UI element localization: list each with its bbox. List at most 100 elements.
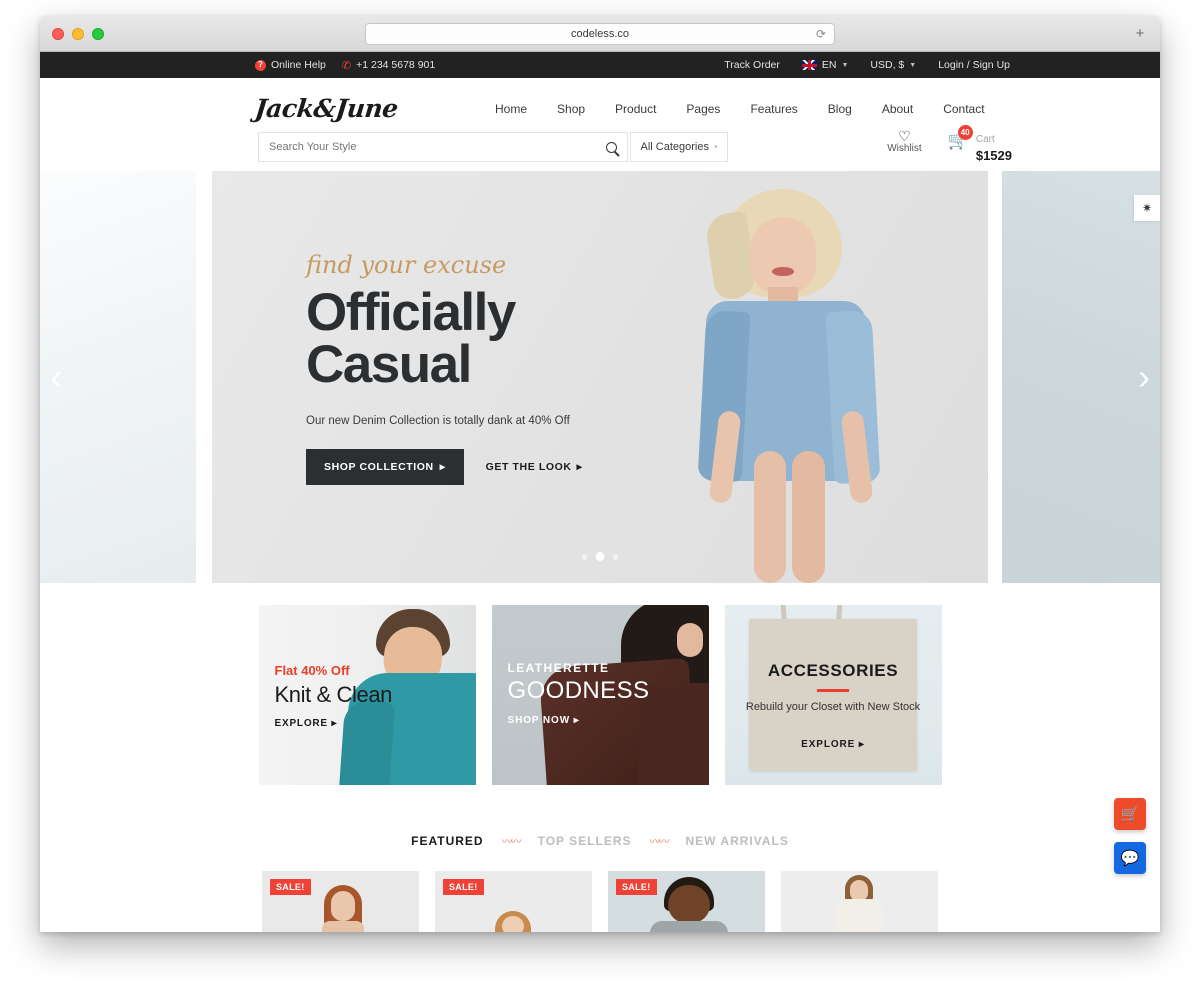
product-card[interactable]: SALE! [262,871,419,932]
currency-selector[interactable]: USD, $ ▼ [870,59,916,71]
nav-item-home[interactable]: Home [495,102,527,116]
floating-action-buttons: 🛒 💬 [1114,798,1146,874]
login-signup-link[interactable]: Login / Sign Up [938,59,1010,71]
search-box[interactable] [258,132,628,162]
gear-icon[interactable]: ✷ [1134,195,1160,221]
language-selector[interactable]: EN ▼ [801,59,848,71]
promo-leatherette-text: LEATHERETTE GOODNESS SHOP NOW ▸ [508,661,650,728]
tab-top-sellers[interactable]: TOP SELLERS [538,834,632,848]
arrow-right-icon: ▸ [858,738,865,750]
traffic-lights [40,27,104,40]
chevron-down-icon: ▾ [713,144,718,151]
promo-knit-title: Knit & Clean [274,682,393,707]
new-tab-button[interactable]: + [1130,24,1150,44]
url-text: codeless.co [570,27,630,40]
wishlist-button[interactable]: ♡ Wishlist [887,129,921,154]
search-row: All Categories ▾ ♡ Wishlist 🛒 40 Cart $1… [40,125,1160,172]
maximize-button[interactable] [92,27,104,40]
slide-peek-next[interactable] [1002,171,1160,583]
search-input[interactable] [269,141,600,153]
arrow-right-icon: ▸ [573,715,580,726]
product-card[interactable]: SALE! [608,871,765,932]
product-card[interactable]: SALE! [435,871,592,932]
phone-icon: ✆ [341,59,352,72]
chevron-down-icon: ▼ [909,61,917,69]
wishlist-label: Wishlist [887,143,922,154]
promo-card-knit[interactable]: Flat 40% Off Knit & Clean EXPLORE ▸ [258,605,476,785]
hero-title-line1: Officially [306,283,516,342]
address-bar[interactable]: codeless.co ⟳ [365,22,835,45]
uk-flag-icon [801,60,817,70]
product-card[interactable] [781,871,938,932]
page-viewport: ? Online Help ✆ +1 234 5678 901 Track Or… [40,52,1160,932]
promo-accessories-link[interactable]: EXPLORE ▸ [801,739,865,750]
nav-item-contact[interactable]: Contact [943,102,984,116]
product-image [491,911,535,932]
search-icon[interactable] [606,141,617,153]
hero-title: Officially Casual [306,283,636,391]
online-help-link[interactable]: ? Online Help [255,59,326,71]
minimize-button[interactable] [72,27,84,40]
site-logo[interactable]: Jack&June [253,94,399,123]
product-grid: SALE! SALE! SALE! [40,871,1160,932]
promo-card-leatherette[interactable]: LEATHERETTE GOODNESS SHOP NOW ▸ [491,605,709,785]
shop-collection-label: SHOP COLLECTION [324,460,434,473]
promo-accessories-text: ACCESSORIES Rebuild your Closet with New… [725,661,942,752]
nav-item-features[interactable]: Features [750,102,797,116]
nav-item-product[interactable]: Product [615,102,656,116]
slider-next-arrow[interactable]: › [1138,359,1150,395]
shop-collection-button[interactable]: SHOP COLLECTION ▸ [306,448,464,485]
nav-item-shop[interactable]: Shop [557,102,585,116]
get-the-look-button[interactable]: GET THE LOOK ▸ [486,461,583,473]
cart-count-badge: 40 [957,125,973,140]
main-navigation: Home Shop Product Pages Features Blog Ab… [495,102,985,116]
promo-knit-link[interactable]: EXPLORE ▸ [275,718,338,729]
cart-button[interactable]: 🛒 40 Cart $1529 [948,125,1012,165]
tab-featured[interactable]: FEATURED [411,834,483,848]
promo-leatherette-link[interactable]: SHOP NOW ▸ [508,715,580,726]
slider-prev-arrow[interactable]: ‹ [50,359,62,395]
sale-badge: SALE! [270,879,311,895]
track-order-link[interactable]: Track Order [724,59,780,71]
promo-knit-link-label: EXPLORE [274,718,328,729]
nav-item-about[interactable]: About [882,102,913,116]
zigzag-separator-icon: 〰〰 [649,836,670,848]
tab-new-arrivals[interactable]: NEW ARRIVALS [686,834,789,848]
promo-leatherette-title: GOODNESS [507,677,650,704]
slider-dot-3[interactable] [612,553,619,560]
hero-subtitle: Our new Denim Collection is totally dank… [306,414,570,427]
arrow-right-icon: ▸ [439,460,446,473]
get-the-look-label: GET THE LOOK [485,460,572,473]
currency-label: USD, $ [870,59,905,71]
zigzag-separator-icon: 〰〰 [501,836,522,848]
categories-label: All Categories [640,141,709,153]
slider-dot-1[interactable] [581,553,588,560]
hero-kicker: find your excuse [306,251,507,279]
slider-dot-2[interactable] [595,552,605,561]
cart-icon[interactable]: 🛒 [1114,798,1146,830]
sale-badge: SALE! [616,879,657,895]
arrow-right-icon: ▸ [576,460,583,473]
reload-icon[interactable]: ⟳ [816,27,826,41]
categories-dropdown[interactable]: All Categories ▾ [630,132,728,162]
slide-peek-previous[interactable] [40,171,196,583]
nav-item-pages[interactable]: Pages [686,102,720,116]
hero-slide-active: find your excuse Officially Casual Our n… [212,171,988,583]
topbar-left-group: ? Online Help ✆ +1 234 5678 901 [255,59,435,72]
promo-card-accessories[interactable]: ACCESSORIES Rebuild your Closet with New… [724,605,942,785]
phone-number: +1 234 5678 901 [356,59,436,71]
phone-link[interactable]: ✆ +1 234 5678 901 [342,59,435,72]
promo-leatherette-link-label: SHOP NOW [507,715,571,726]
cart-label: Cart [975,134,995,145]
nav-item-blog[interactable]: Blog [828,102,852,116]
product-image [833,875,885,932]
promo-accessories-subtitle: Rebuild your Closet with New Stock [745,700,921,713]
chat-icon[interactable]: 💬 [1114,842,1146,874]
cart-total: $1529 [975,148,1012,163]
browser-window: codeless.co ⟳ + ? Online Help ✆ +1 234 5… [40,16,1160,932]
language-label: EN [821,59,837,71]
close-button[interactable] [52,27,64,40]
browser-chrome: codeless.co ⟳ + [40,16,1160,52]
sale-badge: SALE! [443,879,484,895]
hero-model-image [672,183,902,583]
